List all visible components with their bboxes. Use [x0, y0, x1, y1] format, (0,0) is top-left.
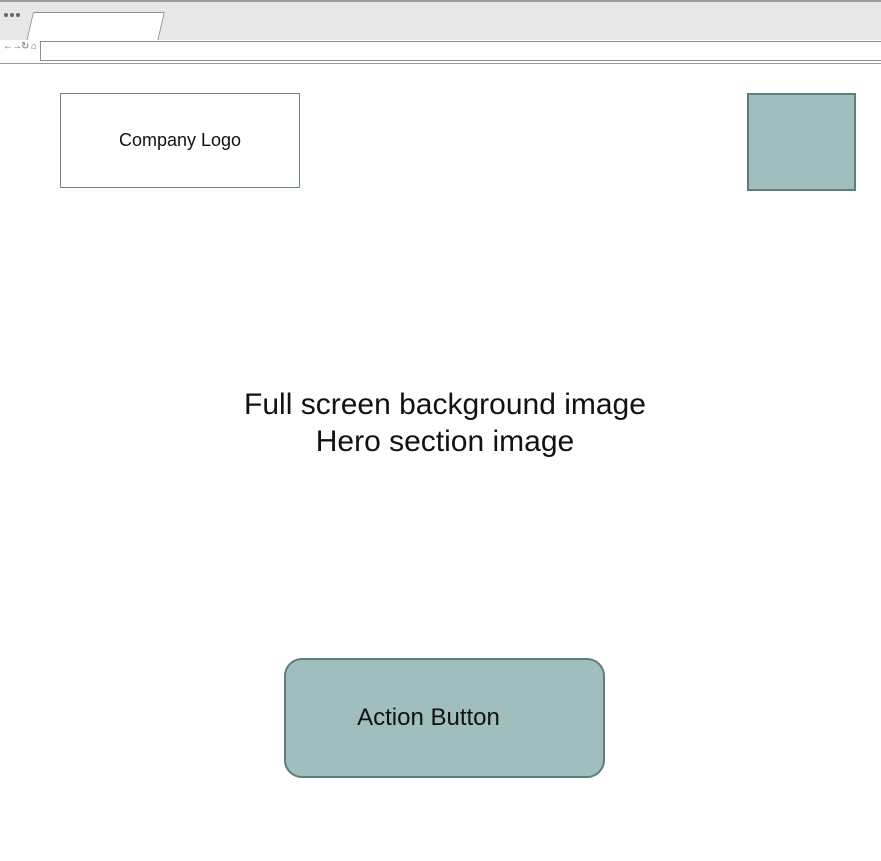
- browser-nav-bar: ← → ↻ ⌂: [0, 40, 881, 64]
- window-dot-icon[interactable]: [4, 13, 8, 17]
- browser-window: ← → ↻ ⌂ Company Logo Full screen backgro…: [0, 0, 881, 861]
- window-dot-icon[interactable]: [10, 13, 14, 17]
- page-content: Company Logo Full screen background imag…: [0, 64, 881, 861]
- window-dot-icon[interactable]: [16, 13, 20, 17]
- home-icon[interactable]: ⌂: [31, 42, 37, 52]
- company-logo: Company Logo: [60, 93, 300, 188]
- hero-line-1: Full screen background image: [244, 388, 646, 421]
- refresh-icon[interactable]: ↻: [21, 42, 29, 52]
- address-bar[interactable]: [40, 41, 881, 61]
- action-button[interactable]: Action Button: [284, 658, 605, 778]
- company-logo-label: Company Logo: [118, 130, 242, 150]
- window-controls[interactable]: [4, 13, 20, 17]
- action-button-label: Action Button: [357, 704, 500, 731]
- hero-text: Full screen background image Hero sectio…: [180, 386, 710, 460]
- browser-top-chrome: [0, 0, 881, 42]
- top-right-placeholder: [747, 93, 856, 191]
- browser-tab[interactable]: [26, 12, 165, 42]
- hero-line-2: Hero section image: [315, 425, 575, 458]
